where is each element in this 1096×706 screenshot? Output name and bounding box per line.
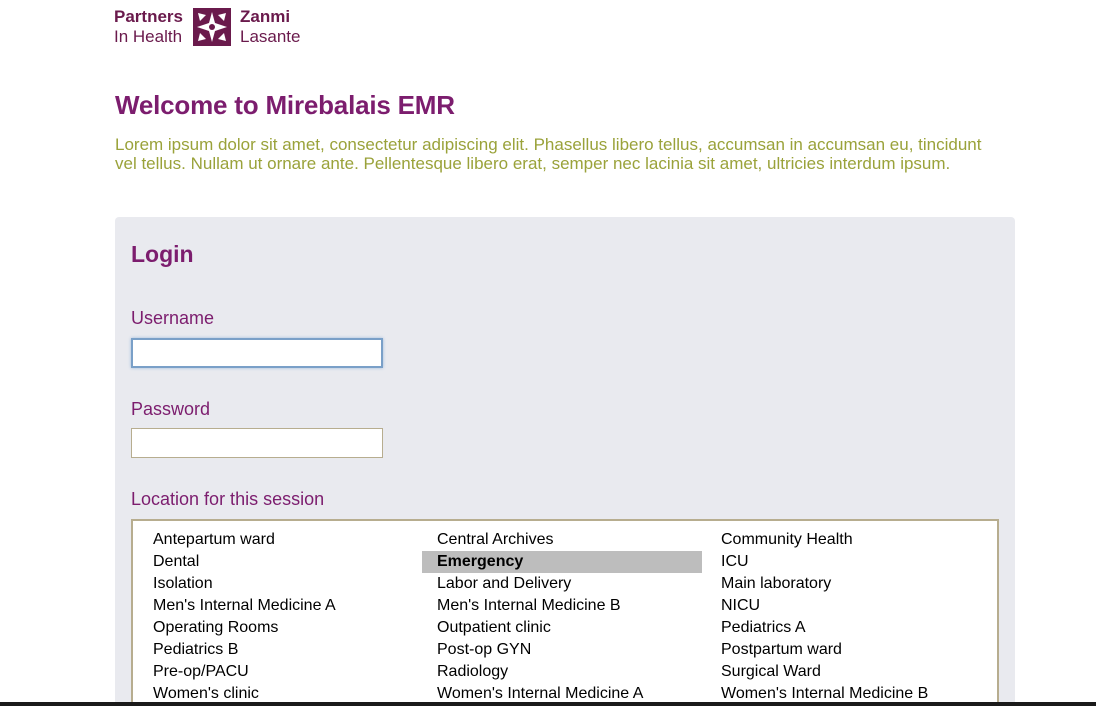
- password-input[interactable]: [131, 428, 383, 458]
- window-bottom-edge: [0, 702, 1096, 706]
- username-label: Username: [131, 308, 215, 328]
- location-item[interactable]: Operating Rooms: [153, 617, 437, 639]
- location-item-selected[interactable]: Emergency: [422, 551, 702, 573]
- logo-zanmi: Zanmi: [239, 7, 291, 26]
- location-item[interactable]: Pre-op/PACU: [153, 661, 437, 683]
- logo-left-text: Partners In Health: [114, 7, 183, 47]
- location-item[interactable]: Main laboratory: [721, 573, 1005, 595]
- location-item[interactable]: Antepartum ward: [153, 529, 437, 551]
- pih-logo: Partners In Health Zanmi Lasante: [114, 7, 300, 49]
- location-item[interactable]: Radiology: [437, 661, 721, 683]
- location-list[interactable]: Antepartum ward Central Archives Communi…: [131, 519, 999, 706]
- location-item[interactable]: Postpartum ward: [721, 639, 1005, 661]
- intro-text: Lorem ipsum dolor sit amet, consectetur …: [115, 135, 982, 173]
- location-item[interactable]: Community Health: [721, 529, 1005, 551]
- location-item[interactable]: NICU: [721, 595, 1005, 617]
- login-title: Login: [131, 241, 194, 267]
- pih-logo-icon: [192, 8, 231, 46]
- location-item[interactable]: Men's Internal Medicine B: [437, 595, 721, 617]
- location-item[interactable]: Men's Internal Medicine A: [153, 595, 437, 617]
- login-panel: Login Username Password Location for thi…: [115, 217, 1015, 706]
- location-item[interactable]: Isolation: [153, 573, 437, 595]
- location-item[interactable]: Labor and Delivery: [437, 573, 721, 595]
- location-item[interactable]: Post-op GYN: [437, 639, 721, 661]
- location-item[interactable]: ICU: [721, 551, 1005, 573]
- location-grid: Antepartum ward Central Archives Communi…: [153, 529, 1005, 705]
- location-item[interactable]: Central Archives: [437, 529, 721, 551]
- location-item[interactable]: Outpatient clinic: [437, 617, 721, 639]
- logo-partners: Partners: [114, 7, 183, 26]
- logo-lasante: Lasante: [239, 27, 301, 46]
- location-item[interactable]: Pediatrics A: [721, 617, 1005, 639]
- logo-in-health: In Health: [114, 27, 183, 46]
- location-item[interactable]: Surgical Ward: [721, 661, 1005, 683]
- location-label: Location for this session: [131, 489, 325, 509]
- location-item[interactable]: Pediatrics B: [153, 639, 437, 661]
- username-input[interactable]: [131, 338, 383, 368]
- login-page: Partners In Health Zanmi Lasante Welcome…: [0, 0, 1096, 706]
- location-item[interactable]: Dental: [153, 551, 437, 573]
- logo-right-text: Zanmi Lasante: [240, 7, 301, 47]
- password-label: Password: [131, 399, 211, 419]
- page-title: Welcome to Mirebalais EMR: [115, 90, 455, 120]
